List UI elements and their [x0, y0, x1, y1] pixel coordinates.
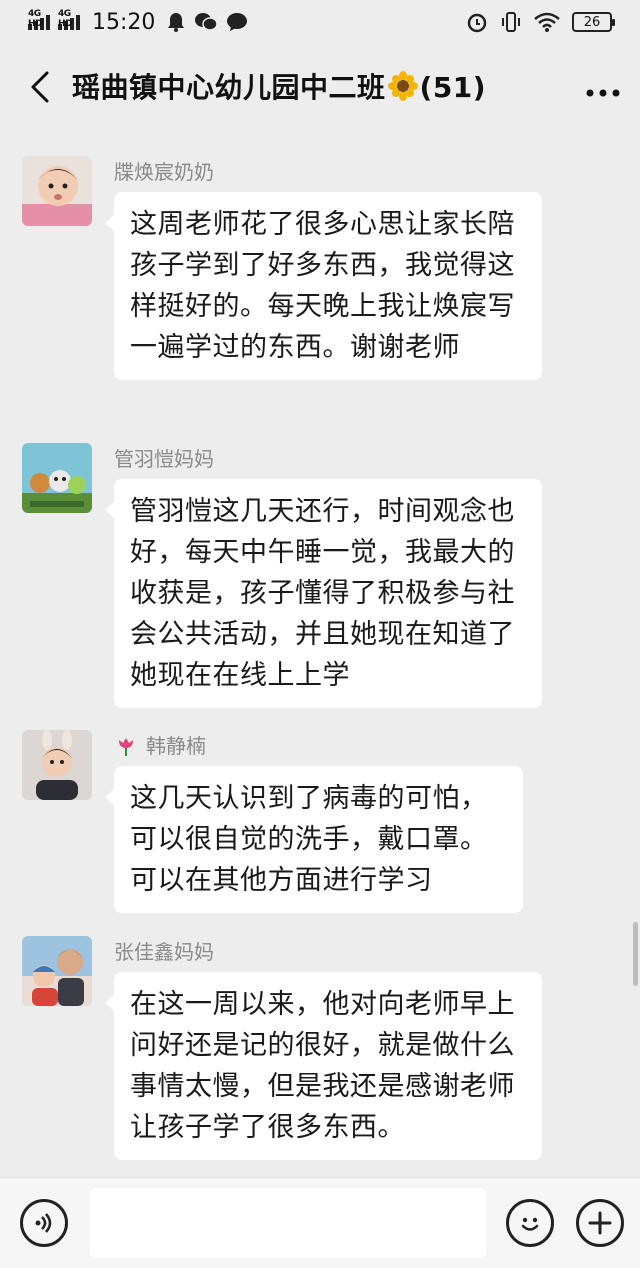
sender-name-row: 韩静楠 [114, 732, 523, 760]
message-body: 韩静楠 这几天认识到了病毒的可怕，可以很自觉的洗手，戴口罩。可以在其他方面进行学… [105, 730, 523, 913]
sender-name: 韩静楠 [146, 734, 206, 758]
voice-input-button[interactable] [20, 1199, 68, 1247]
message-body: 牒焕宸奶奶 这周老师花了很多心思让家长陪孩子学到了好多东西，我觉得这样挺好的。每… [105, 156, 542, 380]
signal-icon-2: 4G HD [58, 9, 80, 30]
message-bubble[interactable]: 在这一周以来，他对向老师早上问好还是记的很好，就是做什么事情太慢，但是我还是感谢… [105, 972, 542, 1160]
voice-icon [35, 1213, 52, 1233]
plus-icon [588, 1211, 612, 1235]
wifi-icon [534, 12, 560, 32]
avatar[interactable] [22, 936, 92, 1006]
scrollbar-thumb[interactable] [633, 922, 638, 986]
message-bubble[interactable]: 这周老师花了很多心思让家长陪孩子学到了好多东西，我觉得这样挺好的。每天晚上我让焕… [105, 192, 542, 380]
group-name: 瑶曲镇中心幼儿园中二班 [72, 71, 386, 104]
network-type-label-2: 4G HD [58, 8, 73, 29]
title-bar: 瑶曲镇中心幼儿园中二班 (51) [0, 44, 640, 130]
tulip-icon [119, 738, 133, 756]
status-time: 15:20 [92, 9, 156, 35]
notification-bell-icon [168, 13, 185, 32]
battery-level: 26 [583, 14, 601, 30]
sunflower-icon [387, 71, 418, 108]
alarm-icon [467, 13, 487, 33]
message-item: 张佳鑫妈妈 在这一周以来，他对向老师早上问好还是记的很好，就是做什么事情太慢，但… [22, 936, 542, 1160]
avatar[interactable] [22, 443, 92, 513]
message-item: 牒焕宸奶奶 这周老师花了很多心思让家长陪孩子学到了好多东西，我觉得这样挺好的。每… [22, 156, 542, 380]
message-bubble[interactable]: 这几天认识到了病毒的可怕，可以很自觉的洗手，戴口罩。可以在其他方面进行学习 [105, 766, 523, 913]
chat-title: 瑶曲镇中心幼儿园中二班 (51) [72, 66, 486, 108]
message-item: 韩静楠 这几天认识到了病毒的可怕，可以很自觉的洗手，戴口罩。可以在其他方面进行学… [22, 730, 523, 913]
wechat-icon [195, 13, 218, 31]
message-input[interactable] [90, 1188, 486, 1258]
message-body: 管羽愷妈妈 管羽愷这几天还行，时间观念也好，每天中午睡一觉，我最大的收获是，孩子… [105, 443, 542, 708]
member-count: (51) [419, 71, 487, 104]
input-bar [0, 1177, 640, 1268]
back-icon[interactable] [20, 67, 60, 107]
sender-name: 管羽愷妈妈 [114, 447, 214, 471]
more-functions-button[interactable] [576, 1199, 624, 1247]
network-type-label: 4G HD [28, 8, 43, 29]
message-icon [227, 13, 248, 31]
status-bar: 4G HD 4G HD 15:20 26 [0, 0, 640, 44]
vibrate-icon [502, 12, 520, 32]
smiley-icon [521, 1217, 539, 1231]
avatar[interactable] [22, 156, 92, 226]
chat-message-list[interactable]: 牒焕宸奶奶 这周老师花了很多心思让家长陪孩子学到了好多东西，我觉得这样挺好的。每… [0, 130, 640, 1177]
emoji-button[interactable] [506, 1199, 554, 1247]
avatar[interactable] [22, 730, 92, 800]
message-bubble[interactable]: 管羽愷这几天还行，时间观念也好，每天中午睡一觉，我最大的收获是，孩子懂得了积极参… [105, 479, 542, 708]
signal-icon: 4G HD [28, 9, 50, 30]
battery-icon: 26 [572, 12, 615, 32]
more-options-icon[interactable] [586, 70, 620, 105]
message-item: 管羽愷妈妈 管羽愷这几天还行，时间观念也好，每天中午睡一觉，我最大的收获是，孩子… [22, 443, 542, 708]
sender-name: 牒焕宸奶奶 [114, 160, 214, 184]
message-body: 张佳鑫妈妈 在这一周以来，他对向老师早上问好还是记的很好，就是做什么事情太慢，但… [105, 936, 542, 1160]
sender-name: 张佳鑫妈妈 [114, 940, 214, 964]
